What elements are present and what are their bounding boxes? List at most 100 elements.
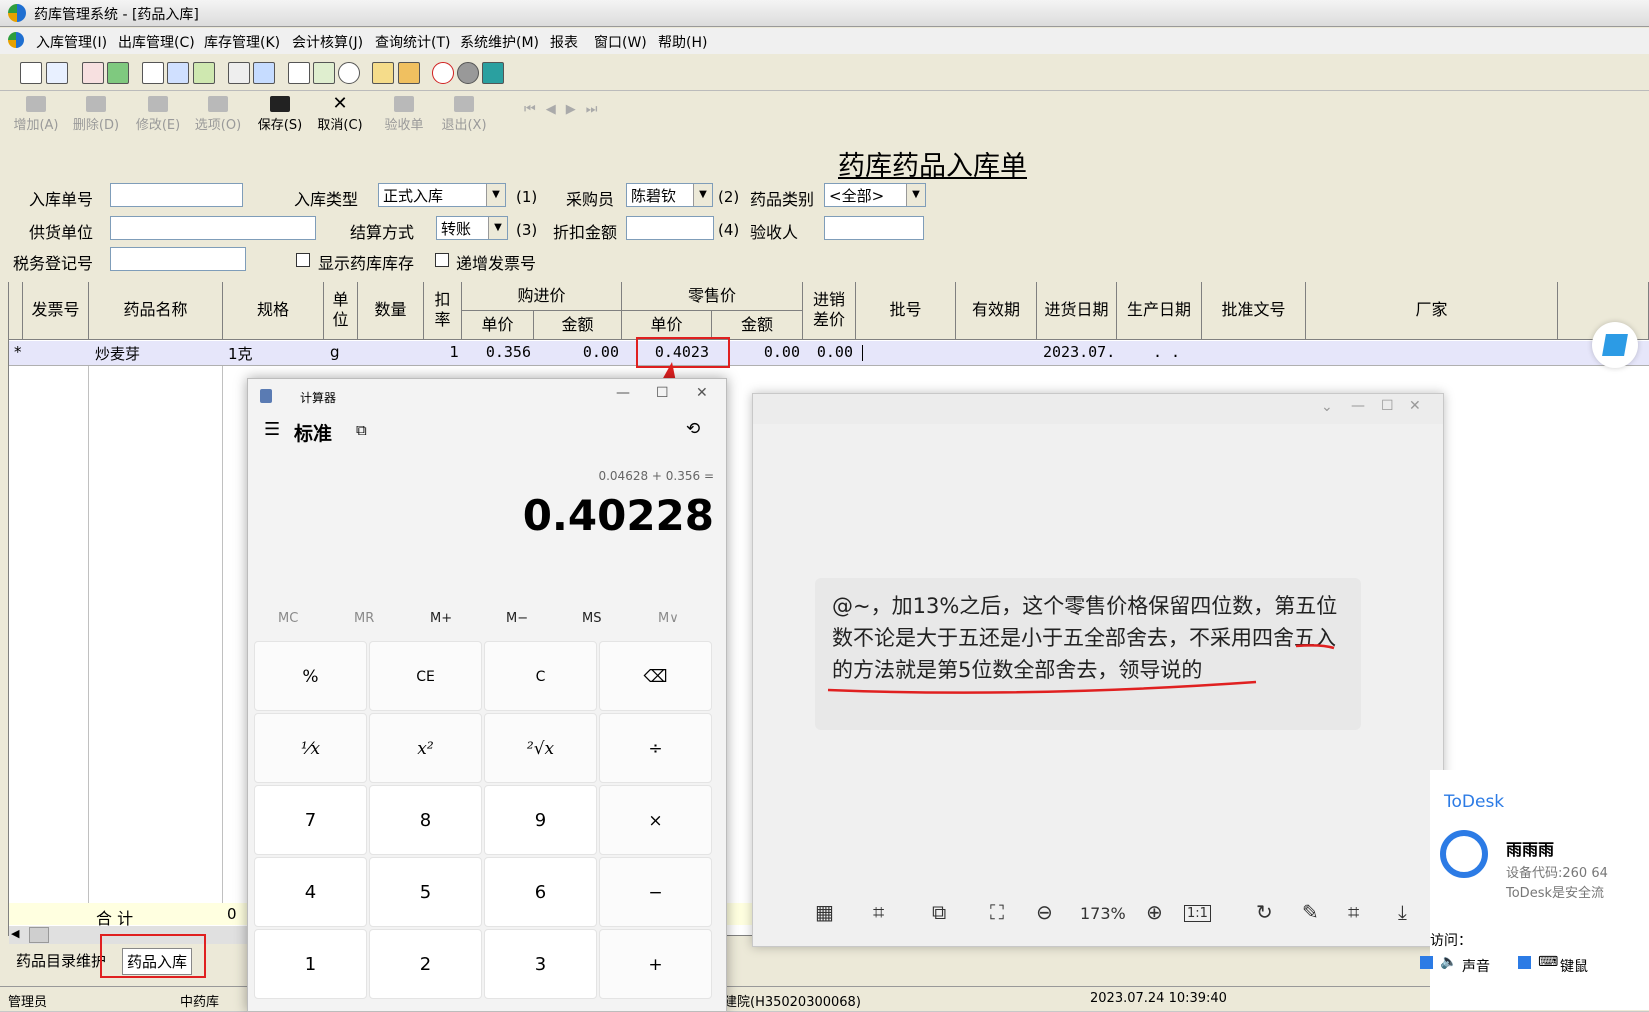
backspace-key[interactable]: ⌫	[599, 641, 712, 711]
key-5[interactable]: 5	[369, 857, 482, 927]
options-button[interactable]: 选项(O)	[190, 94, 246, 138]
header-name[interactable]: 药品名称	[89, 282, 223, 340]
gallery-icon[interactable]: ▦	[815, 900, 834, 924]
cell-unit[interactable]: g	[327, 343, 343, 361]
key-4[interactable]: 4	[254, 857, 367, 927]
sqrt-key[interactable]: ²√x	[484, 713, 597, 783]
memory-list-button[interactable]: M∨	[658, 611, 679, 626]
percent-key[interactable]: %	[254, 641, 367, 711]
key-3[interactable]: 3	[484, 929, 597, 999]
menu-window[interactable]: 窗口(W)	[594, 32, 647, 52]
check-icon[interactable]	[107, 62, 129, 84]
crop-icon[interactable]: ⌗	[1348, 900, 1359, 924]
header-mfg-date[interactable]: 生产日期	[1117, 282, 1202, 340]
folder-icon[interactable]	[372, 62, 394, 84]
grid-icon[interactable]	[253, 62, 275, 84]
cancel-button[interactable]: ✕ 取消(C)	[312, 94, 368, 138]
ce-key[interactable]: CE	[369, 641, 482, 711]
minimize-icon[interactable]: —	[616, 385, 630, 401]
list-icon[interactable]	[142, 62, 164, 84]
acceptance-button[interactable]: 验收单	[376, 94, 432, 138]
thermometer-icon[interactable]	[398, 62, 420, 84]
history-icon[interactable]: ⟲	[686, 419, 700, 439]
ms-button[interactable]: MS	[582, 611, 601, 626]
close-icon[interactable]: ✕	[1409, 398, 1421, 414]
supplier-input[interactable]	[110, 216, 316, 240]
header-discount[interactable]: 扣率	[424, 282, 462, 340]
entry-no-input[interactable]	[110, 183, 243, 207]
cell-diff[interactable]: 0.00	[803, 343, 856, 361]
zoom-in-icon[interactable]: ⊕	[1146, 900, 1163, 924]
exit-button[interactable]: 退出(X)	[436, 94, 492, 138]
translate-icon[interactable]: ⧉	[932, 900, 946, 924]
scroll-thumb[interactable]	[29, 927, 49, 943]
settle-select[interactable]: 转账 ▼	[436, 216, 508, 240]
report-icon[interactable]	[288, 62, 310, 84]
plus-key[interactable]: +	[599, 929, 712, 999]
minimize-icon[interactable]: —	[1351, 398, 1365, 414]
tree-icon[interactable]	[313, 62, 335, 84]
sound-checkbox[interactable]	[1420, 956, 1433, 969]
m-plus-button[interactable]: M+	[430, 611, 452, 626]
todesk-float-icon[interactable]	[1592, 322, 1638, 368]
maximize-icon[interactable]: ☐	[656, 385, 669, 401]
key-1[interactable]: 1	[254, 929, 367, 999]
stop-icon[interactable]	[432, 62, 454, 84]
key-9[interactable]: 9	[484, 785, 597, 855]
chevron-down-icon[interactable]: ▼	[488, 217, 507, 239]
tax-input[interactable]	[110, 247, 246, 271]
header-retail-amount[interactable]: 金额	[712, 311, 803, 340]
divide-key[interactable]: ÷	[599, 713, 712, 783]
exit-icon[interactable]	[20, 62, 42, 84]
add-button[interactable]: 增加(A)	[8, 94, 64, 138]
save-button[interactable]: 保存(S)	[252, 94, 308, 138]
menu-query[interactable]: 查询统计(T)	[375, 32, 450, 52]
show-stock-checkbox[interactable]	[296, 253, 310, 267]
key-7[interactable]: 7	[254, 785, 367, 855]
keep-on-top-icon[interactable]: ⧉	[356, 421, 367, 439]
minus-key[interactable]: −	[599, 857, 712, 927]
header-qty[interactable]: 数量	[358, 282, 424, 340]
header-purchase-amount[interactable]: 金额	[534, 311, 622, 340]
drug-class-select[interactable]: <全部> ▼	[824, 183, 926, 207]
menu-help[interactable]: 帮助(H)	[658, 32, 707, 52]
reciprocal-key[interactable]: ¹⁄x	[254, 713, 367, 783]
key-8[interactable]: 8	[369, 785, 482, 855]
maximize-icon[interactable]: ☐	[1381, 398, 1394, 414]
cell-in-date[interactable]: 2023.07.	[1040, 343, 1118, 361]
header-maker[interactable]: 厂家	[1306, 282, 1558, 340]
search-icon[interactable]	[338, 62, 360, 84]
invoice-inc-checkbox[interactable]	[435, 253, 449, 267]
menu-inbound[interactable]: 入库管理(I)	[36, 32, 107, 52]
header-in-date[interactable]: 进货日期	[1037, 282, 1117, 340]
cell-mfg-date[interactable]: . .	[1150, 343, 1183, 361]
record-nav-icons[interactable]: ⏮◀▶⏭	[524, 102, 607, 117]
menu-system[interactable]: 系统维护(M)	[460, 32, 539, 52]
cell-name[interactable]: 炒麦芽	[92, 343, 143, 364]
fit-screen-icon[interactable]: ⛶	[990, 900, 1004, 924]
gear-icon[interactable]	[457, 62, 479, 84]
close-icon[interactable]: ✕	[696, 385, 708, 401]
key-2[interactable]: 2	[369, 929, 482, 999]
scroll-left-icon[interactable]: ◀	[11, 927, 19, 940]
header-spec[interactable]: 规格	[223, 282, 324, 340]
buyer-select[interactable]: 陈碧钦 ▼	[626, 183, 713, 207]
discount-input[interactable]	[626, 216, 714, 240]
key-6[interactable]: 6	[484, 857, 597, 927]
edit-icon[interactable]: ✎	[1302, 900, 1319, 924]
keyboard-checkbox[interactable]	[1518, 956, 1531, 969]
delete-button[interactable]: 删除(D)	[68, 94, 124, 138]
edit-icon[interactable]	[46, 62, 68, 84]
download-icon[interactable]: ⤓	[1398, 900, 1407, 924]
cell-discount[interactable]: 1	[424, 343, 462, 361]
chevron-down-icon[interactable]: ▼	[906, 184, 925, 206]
actual-size-button[interactable]: 1:1	[1184, 905, 1211, 922]
inspector-input[interactable]	[824, 216, 924, 240]
header-purchase-unit[interactable]: 单价	[462, 311, 534, 340]
close-box-icon[interactable]	[482, 62, 504, 84]
cell-purchase-amount[interactable]: 0.00	[534, 343, 622, 361]
header-unit[interactable]: 单位	[324, 282, 358, 340]
menu-outbound[interactable]: 出库管理(C)	[118, 32, 195, 52]
m-minus-button[interactable]: M−	[506, 611, 528, 626]
zoom-out-icon[interactable]: ⊖	[1036, 900, 1053, 924]
